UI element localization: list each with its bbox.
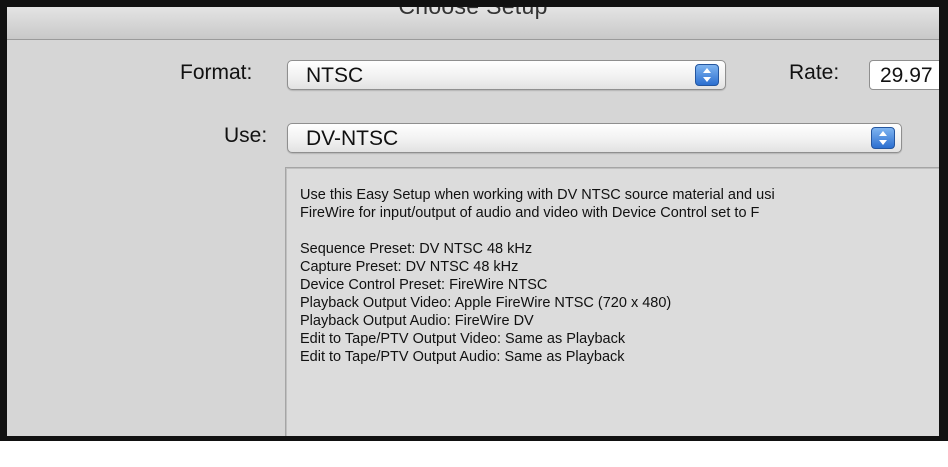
format-popup[interactable]: NTSC (287, 60, 726, 90)
use-popup-value: DV-NTSC (306, 127, 399, 150)
description-detail-line: Device Control Preset: FireWire NTSC (300, 277, 548, 293)
setup-description-text: Use this Easy Setup when working with DV… (300, 186, 775, 366)
rate-value: 29.97 (880, 64, 933, 87)
description-detail-line: Sequence Preset: DV NTSC 48 kHz (300, 241, 533, 257)
rate-field[interactable]: 29.97 (869, 60, 939, 90)
format-popup-value: NTSC (306, 64, 364, 87)
description-intro-line: FireWire for input/output of audio and v… (300, 205, 760, 221)
up-down-arrows-icon[interactable] (871, 127, 895, 149)
use-label: Use: (224, 124, 268, 147)
description-detail-line: Capture Preset: DV NTSC 48 kHz (300, 259, 519, 275)
up-down-arrows-icon[interactable] (695, 64, 719, 86)
description-detail-line: Playback Output Video: Apple FireWire NT… (300, 295, 672, 311)
description-detail-line: Edit to Tape/PTV Output Video: Same as P… (300, 331, 626, 347)
frame-border-right (939, 0, 948, 441)
use-popup[interactable]: DV-NTSC (287, 123, 902, 153)
description-intro-line: Use this Easy Setup when working with DV… (300, 187, 775, 203)
frame-border-top (0, 0, 948, 7)
description-spacer (300, 222, 775, 240)
format-label: Format: (180, 61, 253, 84)
description-detail-line: Playback Output Audio: FireWire DV (300, 313, 534, 329)
choose-setup-dialog: Choose Setup Format: NTSC Rate: 29.97 Us… (7, 7, 939, 436)
frame-border-bottom (0, 436, 948, 441)
window-title: Choose Setup (7, 7, 939, 20)
frame-border-left (0, 0, 7, 440)
rate-label: Rate: (789, 61, 840, 84)
title-bar: Choose Setup (7, 7, 939, 40)
screenshot-frame: Choose Setup Format: NTSC Rate: 29.97 Us… (0, 0, 948, 467)
setup-description-box: Use this Easy Setup when working with DV… (285, 167, 939, 436)
description-detail-line: Edit to Tape/PTV Output Audio: Same as P… (300, 349, 625, 365)
